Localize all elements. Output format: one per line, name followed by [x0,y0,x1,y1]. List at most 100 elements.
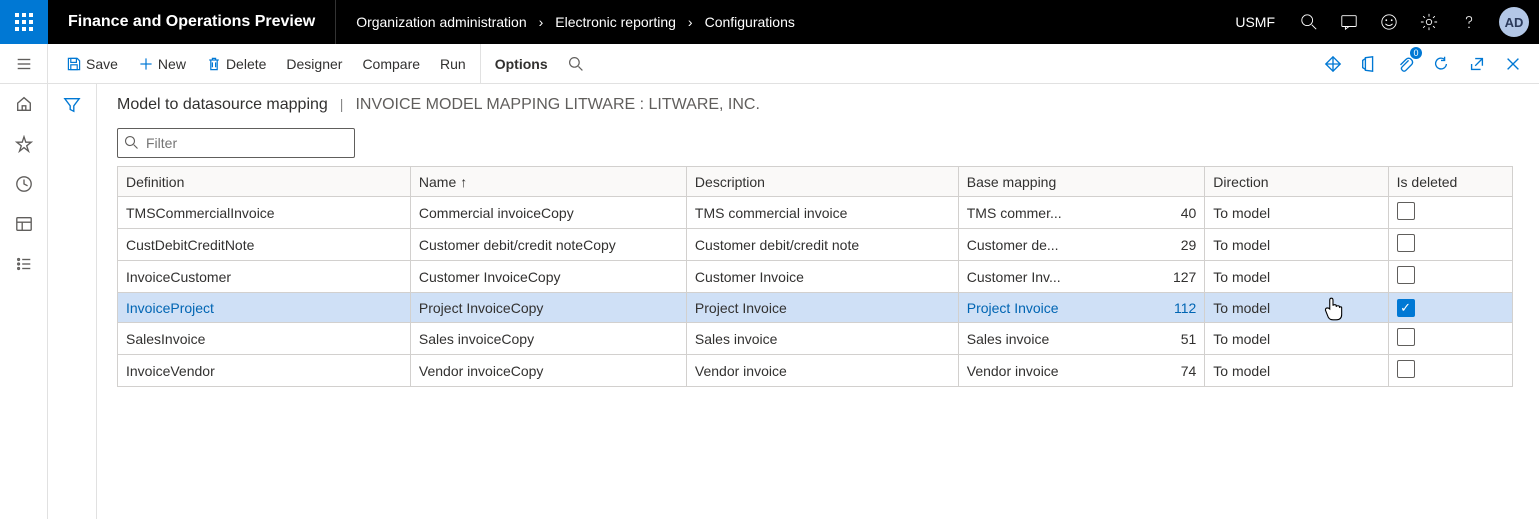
cell-base_num[interactable]: 112 [1161,293,1205,323]
close-button[interactable] [1495,44,1531,84]
mappings-grid: Definition Name↑ Description Base mappin… [117,166,1513,387]
options-button[interactable]: Options [480,44,558,84]
cell-name[interactable]: Customer InvoiceCopy [410,261,686,293]
waffle-button[interactable] [0,0,48,44]
table-row[interactable]: InvoiceVendorVendor invoiceCopyVendor in… [118,355,1513,387]
cell-definition[interactable]: CustDebitCreditNote [118,229,411,261]
feedback-button[interactable] [1369,0,1409,44]
cell-definition[interactable]: InvoiceVendor [118,355,411,387]
new-button[interactable]: New [128,44,196,84]
checkbox[interactable] [1397,360,1415,378]
cell-direction[interactable]: To model [1205,323,1388,355]
cell-base_mapping[interactable]: Vendor invoice [958,355,1160,387]
nav-recent[interactable] [0,164,48,204]
office-button[interactable] [1351,44,1387,84]
cell-base_num[interactable]: 40 [1161,197,1205,229]
col-direction[interactable]: Direction [1205,167,1388,197]
table-row[interactable]: InvoiceCustomerCustomer InvoiceCopyCusto… [118,261,1513,293]
filter-rail [48,84,96,519]
refresh-button[interactable] [1423,44,1459,84]
cell-description[interactable]: Customer Invoice [686,261,958,293]
cell-is-deleted[interactable] [1388,355,1512,387]
cell-name[interactable]: Vendor invoiceCopy [410,355,686,387]
cell-definition[interactable]: InvoiceProject [118,293,411,323]
cell-definition[interactable]: TMSCommercialInvoice [118,197,411,229]
cell-description[interactable]: Vendor invoice [686,355,958,387]
table-row[interactable]: InvoiceProjectProject InvoiceCopyProject… [118,293,1513,323]
cell-base_num[interactable]: 74 [1161,355,1205,387]
breadcrumb-item[interactable]: Electronic reporting [555,14,676,30]
designer-label: Designer [286,56,342,72]
cell-definition[interactable]: SalesInvoice [118,323,411,355]
help-button[interactable] [1449,0,1489,44]
compare-button[interactable]: Compare [352,44,430,84]
filter-input[interactable] [117,128,355,158]
delete-button[interactable]: Delete [196,44,276,84]
nav-favorites[interactable] [0,124,48,164]
attachments-button[interactable] [1387,44,1423,84]
checkbox[interactable] [1397,328,1415,346]
cell-base_mapping[interactable]: TMS commer... [958,197,1160,229]
search-button[interactable] [1289,0,1329,44]
table-row[interactable]: CustDebitCreditNoteCustomer debit/credit… [118,229,1513,261]
cell-direction[interactable]: To model [1205,197,1388,229]
nav-home[interactable] [0,84,48,124]
page-subtitle: INVOICE MODEL MAPPING LITWARE : LITWARE,… [355,96,760,114]
col-name[interactable]: Name↑ [410,167,686,197]
checkbox[interactable] [1397,299,1415,317]
designer-button[interactable]: Designer [276,44,352,84]
cell-base_num[interactable]: 127 [1161,261,1205,293]
popout-icon [1468,55,1486,73]
breadcrumb-item[interactable]: Organization administration [356,14,526,30]
cell-base_mapping[interactable]: Customer de... [958,229,1160,261]
messages-button[interactable] [1329,0,1369,44]
cell-description[interactable]: Project Invoice [686,293,958,323]
cell-name[interactable]: Commercial invoiceCopy [410,197,686,229]
cell-base_num[interactable]: 29 [1161,229,1205,261]
breadcrumb-item[interactable]: Configurations [705,14,795,30]
cell-base_num[interactable]: 51 [1161,323,1205,355]
filter-pane-button[interactable] [63,96,81,519]
checkbox[interactable] [1397,234,1415,252]
cell-description[interactable]: TMS commercial invoice [686,197,958,229]
new-label: New [158,56,186,72]
table-row[interactable]: SalesInvoiceSales invoiceCopySales invoi… [118,323,1513,355]
cell-name[interactable]: Customer debit/credit noteCopy [410,229,686,261]
nav-workspaces[interactable] [0,204,48,244]
diamond-button[interactable] [1315,44,1351,84]
table-row[interactable]: TMSCommercialInvoiceCommercial invoiceCo… [118,197,1513,229]
cell-description[interactable]: Customer debit/credit note [686,229,958,261]
avatar[interactable]: AD [1499,7,1529,37]
nav-modules[interactable] [0,244,48,284]
settings-button[interactable] [1409,0,1449,44]
cell-direction[interactable]: To model [1205,261,1388,293]
cell-is-deleted[interactable] [1388,197,1512,229]
cell-definition[interactable]: InvoiceCustomer [118,261,411,293]
cell-base_mapping[interactable]: Sales invoice [958,323,1160,355]
cell-direction[interactable]: To model [1205,293,1388,323]
cell-base_mapping[interactable]: Customer Inv... [958,261,1160,293]
cell-description[interactable]: Sales invoice [686,323,958,355]
cell-is-deleted[interactable] [1388,293,1512,323]
cell-direction[interactable]: To model [1205,229,1388,261]
col-is-deleted[interactable]: Is deleted [1388,167,1512,197]
save-button[interactable]: Save [56,44,128,84]
hamburger-button[interactable] [0,44,48,84]
col-description[interactable]: Description [686,167,958,197]
cell-direction[interactable]: To model [1205,355,1388,387]
cell-name[interactable]: Sales invoiceCopy [410,323,686,355]
col-definition[interactable]: Definition [118,167,411,197]
cell-name[interactable]: Project InvoiceCopy [410,293,686,323]
page-search-button[interactable] [558,44,594,84]
cell-base_mapping[interactable]: Project Invoice [958,293,1160,323]
company-picker[interactable]: USMF [1221,14,1289,30]
cell-is-deleted[interactable] [1388,323,1512,355]
cell-is-deleted[interactable] [1388,229,1512,261]
col-base-mapping[interactable]: Base mapping [958,167,1205,197]
cell-is-deleted[interactable] [1388,261,1512,293]
close-icon [1504,55,1522,73]
popout-button[interactable] [1459,44,1495,84]
checkbox[interactable] [1397,202,1415,220]
checkbox[interactable] [1397,266,1415,284]
run-button[interactable]: Run [430,44,476,84]
